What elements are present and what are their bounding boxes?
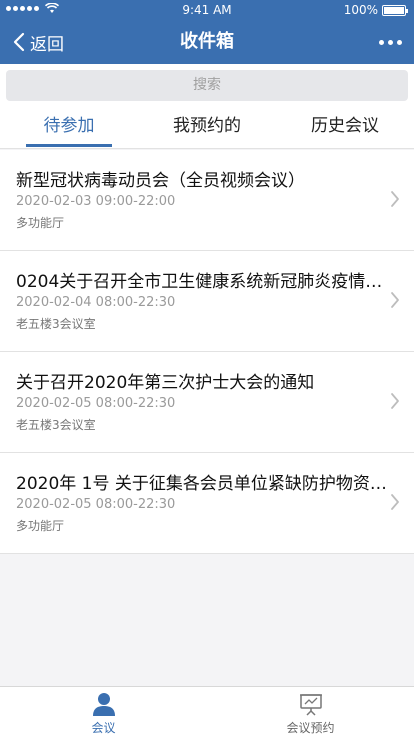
chevron-right-icon [391, 393, 399, 409]
back-button[interactable]: 返回 [12, 20, 64, 64]
meeting-place: 老五楼3会议室 [16, 317, 96, 331]
search-bar: 搜索 [0, 64, 414, 106]
more-options-icon[interactable] [379, 20, 402, 64]
tab-bar: 待参加 我预约的 历史会议 [0, 106, 414, 149]
status-bar: 9:41 AM 100% [0, 0, 414, 20]
meeting-place: 多功能厅 [16, 519, 65, 533]
tab-history[interactable]: 历史会议 [276, 106, 414, 148]
meeting-title: 2020年 1号 关于征集各会员单位紧缺防护物资的通知 [16, 474, 392, 494]
bottom-tab-bar: 会议 会议预约 [0, 686, 414, 736]
meeting-list: 新型冠状病毒动员会（全员视频会议） 2020-02-03 09:00-22:00… [0, 150, 414, 554]
person-icon [92, 693, 115, 716]
tab-meeting-reservation-label: 会议预约 [286, 721, 335, 735]
meeting-time: 2020-02-05 08:00-22:30 [16, 497, 176, 512]
meeting-place: 多功能厅 [16, 216, 65, 230]
chevron-right-icon [391, 191, 399, 207]
back-label: 返回 [30, 34, 64, 55]
projector-screen-icon [299, 694, 322, 716]
meeting-place: 老五楼3会议室 [16, 418, 96, 432]
chevron-right-icon [391, 292, 399, 308]
meeting-title: 关于召开2020年第三次护士大会的通知 [16, 373, 315, 393]
chevron-left-icon [13, 32, 25, 52]
list-item[interactable]: 关于召开2020年第三次护士大会的通知 2020-02-05 08:00-22:… [0, 352, 414, 453]
meeting-time: 2020-02-05 08:00-22:30 [16, 396, 176, 411]
meeting-time: 2020-02-04 08:00-22:30 [16, 295, 176, 310]
battery-percent: 100% [343, 3, 378, 17]
chevron-right-icon [391, 494, 399, 510]
tab-meetings-label: 会议 [91, 721, 116, 735]
list-item[interactable]: 0204关于召开全市卫生健康系统新冠肺炎疫情防控工作会议的通知 2020-02-… [0, 251, 414, 352]
search-input[interactable]: 搜索 [6, 70, 408, 101]
battery-icon [382, 4, 408, 16]
meeting-title: 新型冠状病毒动员会（全员视频会议） [16, 171, 305, 191]
list-item[interactable]: 2020年 1号 关于征集各会员单位紧缺防护物资的通知 2020-02-05 0… [0, 453, 414, 554]
meeting-time: 2020-02-03 09:00-22:00 [16, 194, 176, 209]
tab-meeting-reservation[interactable]: 会议预约 [207, 687, 414, 736]
tab-pending[interactable]: 待参加 [0, 106, 138, 148]
nav-bar: 返回 收件箱 [0, 20, 414, 64]
tab-meetings[interactable]: 会议 [0, 687, 207, 736]
battery-group: 100% [343, 3, 408, 17]
tab-my-reservations[interactable]: 我预约的 [138, 106, 276, 148]
list-item[interactable]: 新型冠状病毒动员会（全员视频会议） 2020-02-03 09:00-22:00… [0, 150, 414, 251]
meeting-title: 0204关于召开全市卫生健康系统新冠肺炎疫情防控工作会议的通知 [16, 272, 392, 292]
